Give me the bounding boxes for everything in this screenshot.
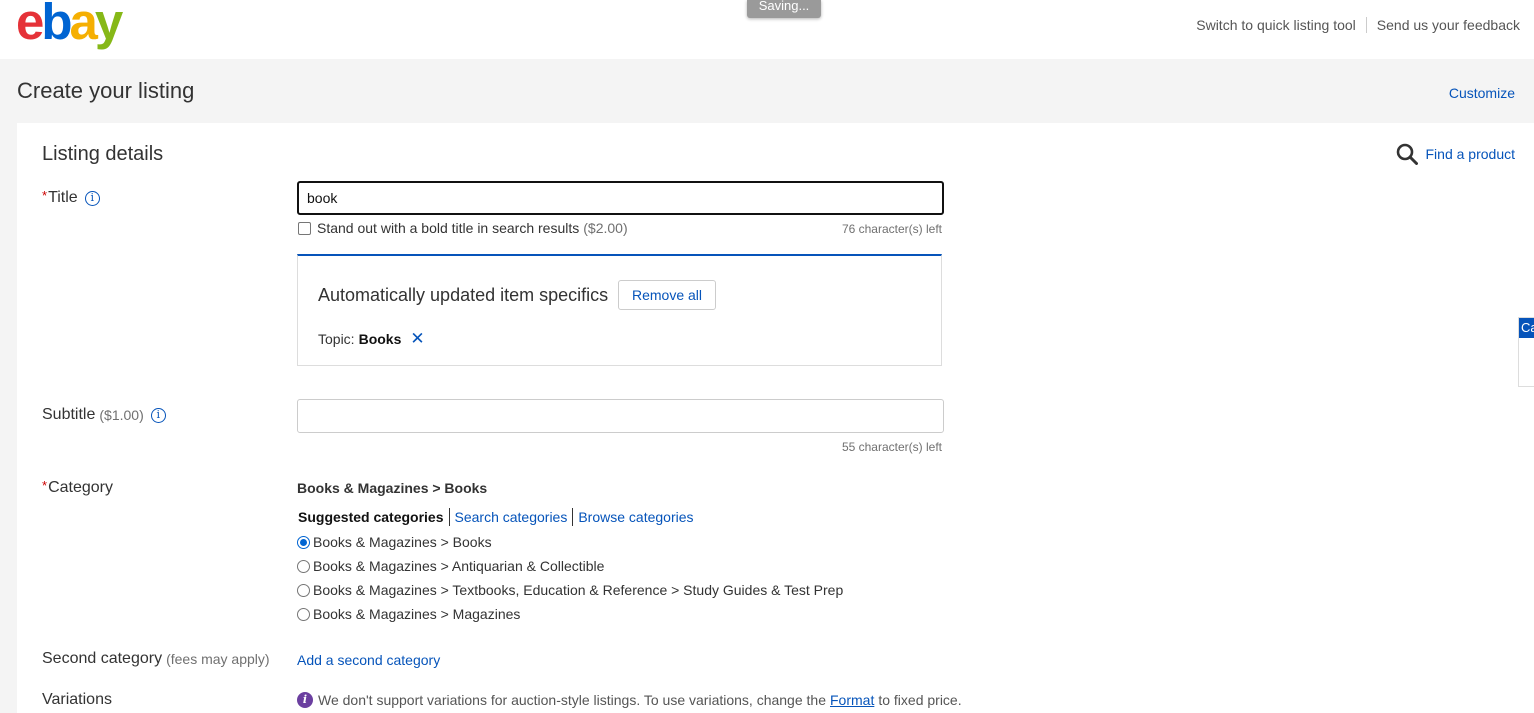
second-category-label: Second category (fees may apply) (42, 650, 270, 668)
subtitle-price: ($1.00) (99, 407, 144, 423)
second-category-label-text: Second category (42, 650, 163, 667)
add-second-category-link[interactable]: Add a second category (297, 652, 440, 668)
variations-label-text: Variations (42, 691, 112, 708)
bold-title-option[interactable]: Stand out with a bold title in search re… (298, 220, 628, 236)
bold-title-checkbox[interactable] (298, 221, 311, 235)
logo-letter-e: e (16, 0, 44, 50)
tab-divider (448, 508, 450, 526)
find-product-label: Find a product (1425, 146, 1516, 162)
category-option-label: Books & Magazines > Textbooks, Education… (313, 582, 844, 598)
tab-divider (572, 508, 574, 526)
subtitle-label-text: Subtitle (42, 406, 96, 423)
top-bar: ebay Saving... Switch to quick listing t… (0, 0, 1534, 59)
category-option-label: Books & Magazines > Books (313, 534, 492, 550)
variations-text-after: to fixed price. (878, 692, 962, 708)
close-icon[interactable]: ✕ (410, 329, 424, 349)
item-specifics-box: Automatically updated item specifics Rem… (297, 254, 942, 366)
feedback-link[interactable]: Send us your feedback (1377, 17, 1520, 33)
category-radio[interactable] (297, 535, 310, 549)
category-option-label: Books & Magazines > Magazines (313, 606, 521, 622)
side-panel-tab-label: Ca (1519, 318, 1534, 338)
tab-search-categories[interactable]: Search categories (455, 509, 568, 525)
second-category-note: (fees may apply) (166, 651, 270, 667)
quick-listing-link[interactable]: Switch to quick listing tool (1196, 17, 1356, 33)
category-radio[interactable] (297, 607, 310, 621)
title-label-text: Title (48, 189, 78, 206)
find-product-link[interactable]: Find a product (1396, 143, 1516, 165)
logo-letter-y: y (94, 0, 123, 50)
category-radio[interactable] (297, 583, 310, 597)
category-option[interactable]: Books & Magazines > Books (297, 534, 492, 550)
category-option-label: Books & Magazines > Antiquarian & Collec… (313, 558, 605, 574)
category-option[interactable]: Books & Magazines > Magazines (297, 606, 520, 622)
logo-letter-a: a (69, 0, 98, 50)
title-chars-left: 76 character(s) left (841, 222, 942, 236)
format-link[interactable]: Format (830, 692, 874, 708)
info-icon[interactable]: i (150, 407, 166, 423)
info-icon: i (297, 692, 313, 708)
link-divider (1365, 17, 1367, 33)
variations-text-before: We don't support variations for auction-… (318, 692, 826, 708)
category-option[interactable]: Books & Magazines > Antiquarian & Collec… (297, 558, 604, 574)
side-panel-tab[interactable]: Ca (1518, 317, 1534, 387)
category-radio[interactable] (297, 559, 310, 573)
subtitle-label: Subtitle ($1.00) i (42, 406, 166, 424)
topic-chip: Topic: Books ✕ (318, 329, 425, 349)
ebay-logo[interactable]: ebay (16, 0, 123, 50)
page-header: Create your listing Customize (0, 59, 1534, 123)
category-tabs: Suggested categories Search categories B… (298, 508, 694, 526)
section-title: Listing details (42, 143, 164, 165)
topic-value: Books (358, 331, 402, 347)
title-label: * Title i (42, 187, 100, 207)
remove-all-button[interactable]: Remove all (618, 280, 716, 310)
bold-title-label: Stand out with a bold title in search re… (317, 220, 580, 236)
category-option[interactable]: Books & Magazines > Textbooks, Education… (297, 582, 843, 598)
topic-label: Topic: (318, 331, 355, 347)
required-marker: * (42, 187, 48, 203)
top-links: Switch to quick listing tool Send us you… (1196, 17, 1520, 33)
bold-title-price: ($2.00) (583, 220, 628, 236)
item-specifics-title: Automatically updated item specifics (318, 285, 609, 305)
category-label-text: Category (48, 479, 113, 496)
required-marker: * (42, 477, 48, 493)
tab-suggested-categories[interactable]: Suggested categories (298, 509, 444, 525)
subtitle-chars-left: 55 character(s) left (841, 440, 942, 454)
variations-note: i We don't support variations for auctio… (297, 692, 962, 708)
subtitle-input[interactable] (297, 399, 944, 433)
saving-indicator: Saving... (747, 0, 821, 18)
search-icon (1396, 143, 1418, 165)
logo-letter-b: b (41, 0, 72, 50)
current-category: Books & Magazines > Books (297, 480, 488, 496)
page-title: Create your listing (17, 78, 195, 103)
category-label: * Category (42, 477, 113, 497)
variations-label: Variations (42, 691, 112, 709)
info-icon[interactable]: i (84, 190, 100, 206)
tab-browse-categories[interactable]: Browse categories (578, 509, 693, 525)
customize-link[interactable]: Customize (1449, 85, 1515, 101)
title-input[interactable] (297, 181, 944, 215)
